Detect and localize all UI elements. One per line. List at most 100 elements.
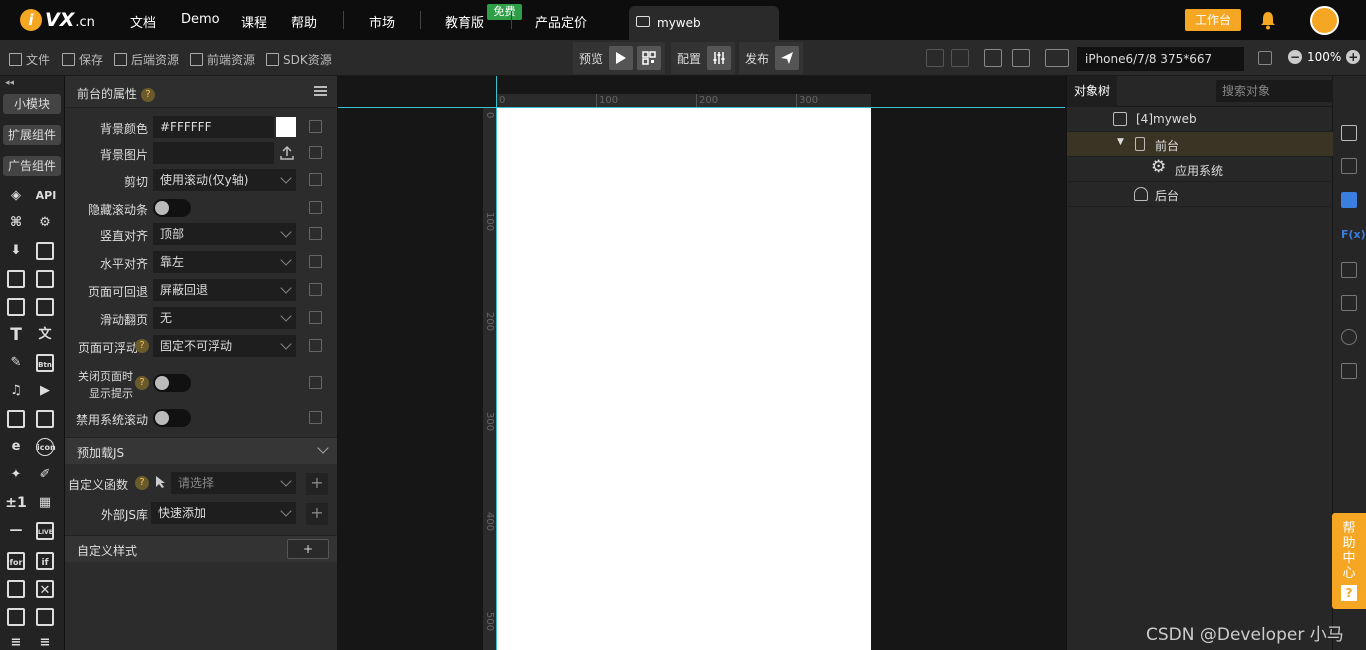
swipe-select[interactable]: 无 bbox=[153, 307, 296, 329]
bell-icon[interactable] bbox=[1259, 10, 1277, 30]
caret-down-icon[interactable]: ▼ bbox=[1117, 137, 1124, 147]
component-icon[interactable] bbox=[1341, 262, 1357, 278]
copy-icon[interactable] bbox=[309, 146, 322, 159]
translate-icon[interactable]: 文 bbox=[36, 326, 54, 344]
nav-market[interactable]: 市场 bbox=[369, 12, 395, 31]
nav-education[interactable]: 教育版 bbox=[445, 12, 484, 31]
screenshot-icon[interactable] bbox=[1258, 51, 1272, 65]
ad-components-button[interactable]: 广告组件 bbox=[3, 156, 61, 176]
collapse-icon[interactable]: ◂◂ bbox=[5, 78, 14, 88]
page-canvas[interactable] bbox=[497, 108, 871, 650]
api-icon[interactable]: API bbox=[34, 187, 58, 205]
help-icon[interactable]: ? bbox=[135, 339, 149, 353]
device-select[interactable]: iPhone6/7/8 375*667 bbox=[1077, 47, 1244, 71]
halign-select[interactable]: 靠左 bbox=[153, 251, 296, 273]
custom-function-select[interactable]: 请选择 bbox=[171, 472, 296, 494]
settings-lock-icon[interactable] bbox=[1341, 158, 1357, 174]
cursor-icon[interactable] bbox=[155, 475, 167, 489]
nav-pricing[interactable]: 产品定价 bbox=[535, 12, 587, 31]
image-icon[interactable] bbox=[7, 298, 25, 316]
hide-scrollbar-toggle[interactable] bbox=[153, 199, 191, 217]
help-icon[interactable]: ? bbox=[135, 376, 149, 390]
gear-icon[interactable]: ⚙ bbox=[36, 214, 54, 232]
nav-docs[interactable]: 文档 bbox=[130, 12, 156, 31]
config-button[interactable] bbox=[707, 46, 732, 70]
info-icon[interactable] bbox=[1341, 125, 1357, 141]
qrcode-button[interactable] bbox=[637, 46, 662, 70]
chevron-right-icon[interactable] bbox=[951, 49, 969, 67]
form-alt-icon[interactable] bbox=[36, 410, 54, 428]
qrcode-icon[interactable]: ▦ bbox=[36, 494, 54, 512]
nav-help[interactable]: 帮助 bbox=[291, 12, 317, 31]
cube-icon[interactable]: ◈ bbox=[7, 187, 25, 205]
tab-object-tree[interactable]: 对象树 bbox=[1067, 76, 1117, 107]
text-icon[interactable]: T bbox=[7, 326, 25, 344]
swap-icon[interactable] bbox=[1341, 295, 1357, 311]
icon-component-icon[interactable]: icon bbox=[36, 438, 56, 456]
divider-icon[interactable]: — bbox=[7, 522, 25, 540]
copy-icon[interactable] bbox=[309, 227, 322, 240]
valign-select[interactable]: 顶部 bbox=[153, 223, 296, 245]
button-component-icon[interactable]: Btn bbox=[36, 354, 54, 372]
chevron-left-icon[interactable] bbox=[926, 49, 944, 67]
nav-demo[interactable]: Demo bbox=[181, 12, 220, 27]
nav-courses[interactable]: 课程 bbox=[241, 12, 267, 31]
zoom-in-button[interactable]: + bbox=[1346, 50, 1361, 64]
upload-icon[interactable] bbox=[36, 242, 54, 260]
copy-icon[interactable] bbox=[309, 283, 322, 296]
copy-icon[interactable] bbox=[309, 311, 322, 324]
help-center-button[interactable]: 帮助中心 ? bbox=[1332, 513, 1366, 609]
for-loop-icon[interactable]: for bbox=[7, 552, 25, 570]
publish-button[interactable] bbox=[775, 46, 800, 70]
frontend-resources-button[interactable]: 前端资源 bbox=[190, 51, 255, 68]
project-tab-myweb[interactable]: myweb bbox=[629, 6, 779, 40]
sql-icon[interactable] bbox=[1341, 363, 1357, 379]
avatar[interactable] bbox=[1310, 6, 1339, 35]
live-icon[interactable]: LIVE bbox=[36, 522, 54, 540]
add-style-button[interactable]: + bbox=[287, 539, 329, 559]
copy-icon[interactable] bbox=[309, 339, 322, 352]
guide-line-horizontal[interactable] bbox=[338, 107, 1065, 108]
backend-resources-button[interactable]: 后端资源 bbox=[114, 51, 179, 68]
back-select[interactable]: 屏蔽回退 bbox=[153, 279, 296, 301]
puzzle-icon[interactable]: ✦ bbox=[7, 466, 25, 484]
tree-node-app-system[interactable]: ⚙ 应用系统 bbox=[1067, 157, 1333, 182]
align-left-icon[interactable] bbox=[984, 49, 1002, 67]
upload-icon[interactable] bbox=[279, 145, 295, 161]
copy-icon[interactable] bbox=[309, 376, 322, 389]
close-box-icon[interactable]: ✕ bbox=[36, 580, 54, 598]
object-search-input[interactable]: 搜索对象 bbox=[1216, 80, 1333, 102]
workbench-button[interactable]: 工作台 bbox=[1185, 9, 1241, 31]
tree-node-myweb[interactable]: [4]myweb bbox=[1067, 107, 1333, 132]
color-swatch[interactable] bbox=[276, 117, 296, 137]
panel-icon[interactable] bbox=[7, 270, 25, 288]
ivx-logo[interactable]: i VX .cn bbox=[20, 7, 95, 33]
add-function-button[interactable]: + bbox=[306, 473, 328, 495]
disable-scroll-toggle[interactable] bbox=[153, 409, 191, 427]
external-js-select[interactable]: 快速添加 bbox=[151, 502, 296, 524]
file-menu[interactable]: 文件 bbox=[9, 51, 50, 68]
input-icon[interactable] bbox=[7, 580, 25, 598]
if-icon[interactable]: if bbox=[36, 552, 54, 570]
preload-js-section[interactable]: 预加载JS bbox=[65, 437, 337, 464]
plus-minus-icon[interactable]: ±1 bbox=[5, 494, 27, 512]
enter-icon[interactable] bbox=[36, 608, 54, 626]
gallery-icon[interactable] bbox=[36, 298, 54, 316]
zoom-out-button[interactable]: − bbox=[1288, 50, 1302, 64]
message-icon[interactable] bbox=[7, 608, 25, 626]
hamburger-menu-icon[interactable] bbox=[314, 86, 327, 96]
tree-node-backend[interactable]: 后台 bbox=[1067, 182, 1333, 207]
ie-icon[interactable]: e bbox=[7, 438, 25, 456]
bg-color-input[interactable]: #FFFFFF bbox=[153, 116, 274, 138]
function-icon[interactable]: F(x) bbox=[1341, 228, 1366, 244]
close-tip-toggle[interactable] bbox=[153, 374, 191, 392]
video-icon[interactable]: ▶ bbox=[36, 382, 54, 400]
device-icon[interactable] bbox=[1045, 49, 1069, 67]
save-button[interactable]: 保存 bbox=[62, 51, 103, 68]
guide-line-vertical[interactable] bbox=[496, 76, 497, 650]
list-icon[interactable]: ≡ bbox=[7, 634, 25, 650]
copy-icon[interactable] bbox=[309, 255, 322, 268]
edit-icon[interactable]: ✎ bbox=[7, 354, 25, 372]
brush-icon[interactable]: ✐ bbox=[36, 466, 54, 484]
float-select[interactable]: 固定不可浮动 bbox=[153, 335, 296, 357]
